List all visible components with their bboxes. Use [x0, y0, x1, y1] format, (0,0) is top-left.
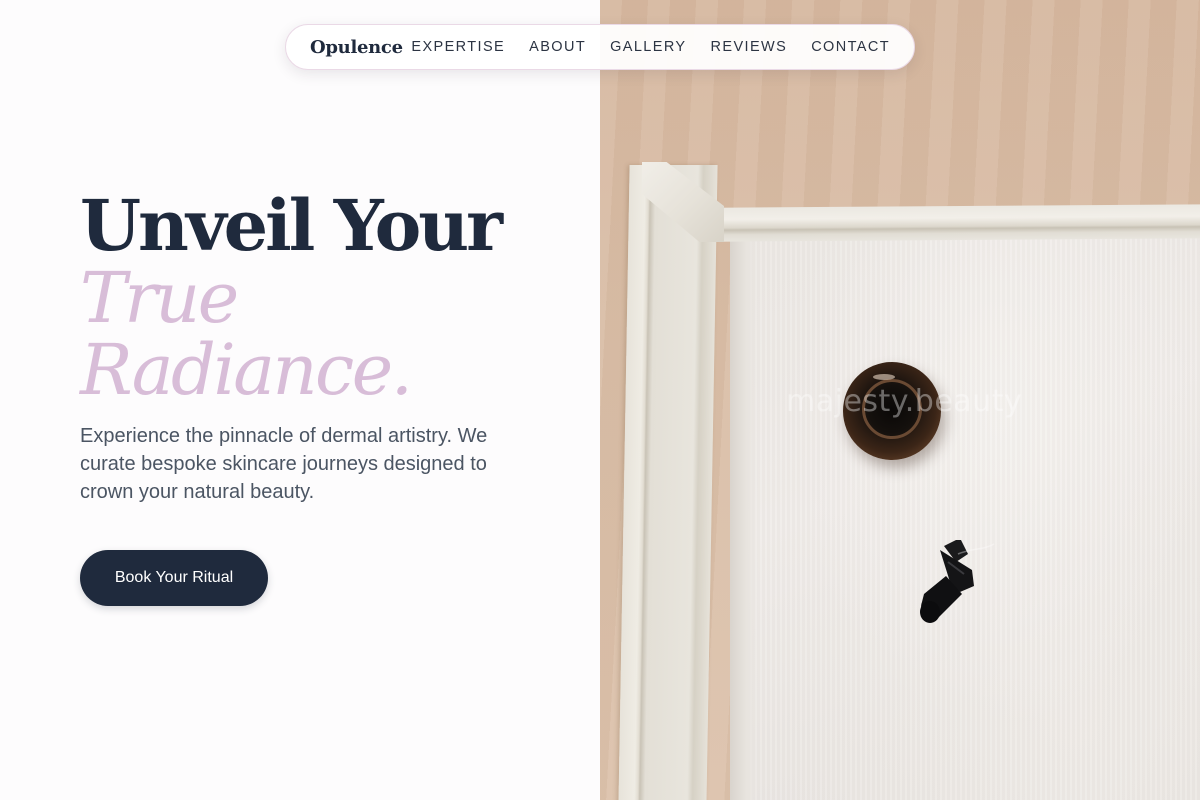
headline-accent-line-2: Radiance.: [80, 329, 413, 411]
headline-accent-line-1: True: [80, 257, 239, 339]
hero-description: Experience the pinnacle of dermal artist…: [80, 425, 488, 503]
towel: [730, 238, 1200, 800]
nav-link-about[interactable]: ABOUT: [529, 39, 586, 55]
hero-photo: majesty.beauty: [600, 0, 1200, 800]
nav-link-gallery[interactable]: GALLERY: [610, 39, 686, 55]
hero-section: Unveil Your True Radiance. Experience th…: [80, 190, 580, 506]
dropper-cap: [920, 540, 995, 623]
nav-links: EXPERTISE ABOUT GALLERY REVIEWS CONTACT: [411, 39, 890, 55]
headline-line-1: Unveil Your: [80, 184, 503, 267]
main-navigation: Opulence EXPERTISE ABOUT GALLERY REVIEWS…: [285, 24, 915, 70]
nav-link-contact[interactable]: CONTACT: [811, 39, 890, 55]
brand-logo[interactable]: Opulence: [310, 37, 411, 58]
landing-page: majesty.beauty Opulence EXPERTISE ABOUT …: [0, 0, 1200, 800]
hero-headline: Unveil Your True Radiance.: [80, 184, 580, 411]
watermark-text: majesty.beauty: [786, 384, 1023, 419]
nav-link-reviews[interactable]: REVIEWS: [711, 39, 788, 55]
nav-link-expertise[interactable]: EXPERTISE: [411, 39, 505, 55]
tray-frame-left: [618, 165, 718, 800]
tray-frame-top: [699, 204, 1200, 242]
book-ritual-button[interactable]: Book Your Ritual: [80, 550, 268, 606]
